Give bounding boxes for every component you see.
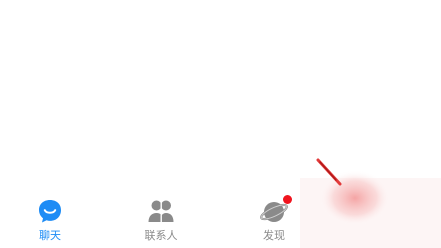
tab-discover[interactable]: 发现 <box>234 190 314 248</box>
tab-contacts[interactable]: 联系人 <box>121 190 201 248</box>
main-content-area <box>0 0 441 190</box>
bottom-tab-bar: 聊天 联系人 发现 <box>0 190 441 248</box>
tab-chat-label: 聊天 <box>39 229 61 242</box>
tab-chat[interactable]: 聊天 <box>10 190 90 248</box>
tab-contacts-label: 联系人 <box>144 229 178 242</box>
contacts-people-icon <box>146 196 176 226</box>
discover-planet-icon <box>259 195 292 226</box>
app-screen: 聊天 联系人 发现 <box>0 0 441 248</box>
notification-badge-dot <box>283 195 292 204</box>
tab-discover-label: 发现 <box>263 229 285 242</box>
chat-bubble-icon <box>35 196 65 226</box>
